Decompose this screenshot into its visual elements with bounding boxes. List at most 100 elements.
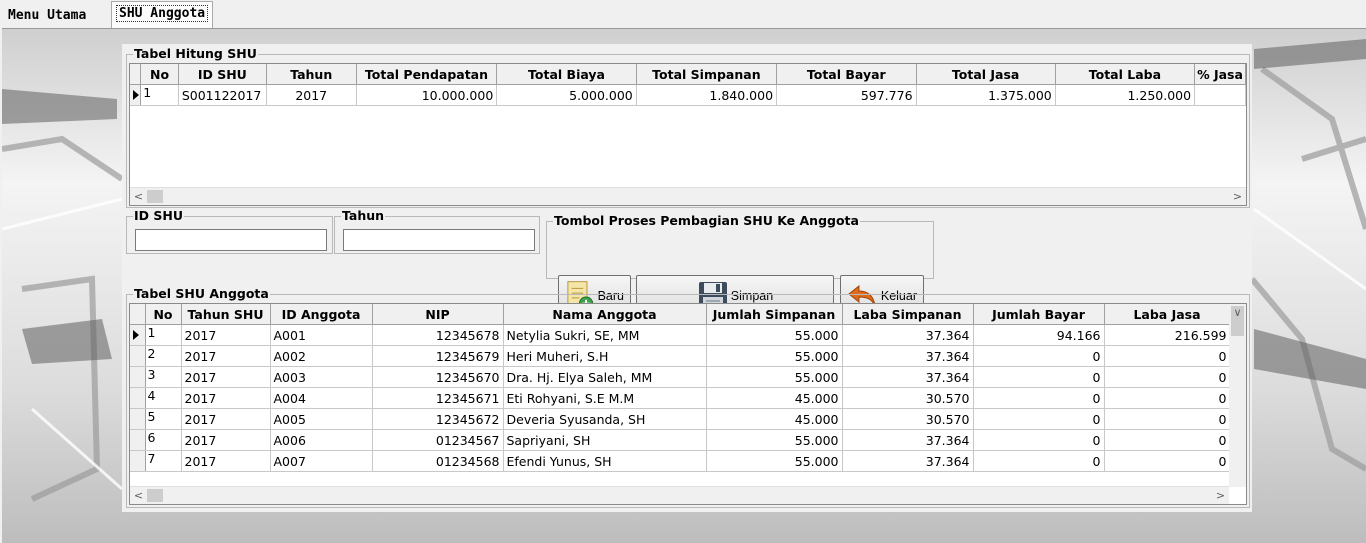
col-nip[interactable]: NIP <box>372 304 504 325</box>
cell-nip[interactable]: 01234567 <box>372 429 504 451</box>
cell-id-shu[interactable]: S001122017 <box>178 84 267 106</box>
scroll-left-icon[interactable]: < <box>130 487 147 504</box>
cell-id-anggota[interactable]: A002 <box>270 345 373 367</box>
col-total-biaya[interactable]: Total Biaya <box>496 64 637 85</box>
cell-nip[interactable]: 12345671 <box>372 387 504 409</box>
cell-total-pendapatan[interactable]: 10.000.000 <box>356 84 498 106</box>
col-total-pendapatan[interactable]: Total Pendapatan <box>356 64 498 85</box>
cell-jumlah-bayar[interactable]: 0 <box>973 408 1105 430</box>
cell-total-laba[interactable]: 1.250.000 <box>1055 84 1196 106</box>
cell-no[interactable]: 1 <box>140 84 179 106</box>
cell-id-anggota[interactable]: A001 <box>270 324 373 346</box>
table-row[interactable]: 1 2017 A001 12345678 Netylia Sukri, SE, MM 55… <box>130 324 1231 346</box>
col-laba-simpanan[interactable]: Laba Simpanan <box>842 304 974 325</box>
table-row[interactable]: 4 2017 A004 12345671 Eti Rohyani, S.E M.M 45.… <box>130 387 1231 409</box>
scroll-down-icon[interactable]: ∨ <box>1229 304 1246 321</box>
shu-grid-hscroll[interactable]: < > <box>130 187 1246 205</box>
cell-laba-jasa[interactable]: 0 <box>1104 366 1231 388</box>
cell-laba-simpanan[interactable]: 37.364 <box>842 345 974 367</box>
member-grid-vscroll[interactable]: ∨ <box>1229 304 1246 487</box>
cell-laba-simpanan[interactable]: 30.570 <box>842 387 974 409</box>
cell-jumlah-simpanan[interactable]: 55.000 <box>706 450 843 472</box>
cell-total-jasa[interactable]: 1.375.000 <box>916 84 1056 106</box>
cell-total-simpanan[interactable]: 1.840.000 <box>636 84 778 106</box>
col-id-shu[interactable]: ID SHU <box>178 64 267 85</box>
cell-laba-jasa[interactable]: 0 <box>1104 450 1231 472</box>
cell-nama-anggota[interactable]: Heri Muheri, S.H <box>503 345 707 367</box>
scroll-thumb[interactable] <box>147 489 163 502</box>
tab-menu-utama[interactable]: Menu Utama <box>4 6 90 28</box>
table-row[interactable]: 6 2017 A006 01234567 Sapriyani, SH 55.000 37.3… <box>130 429 1231 451</box>
scroll-left-icon[interactable]: < <box>130 188 147 205</box>
cell-nama-anggota[interactable]: Sapriyani, SH <box>503 429 707 451</box>
cell-laba-jasa[interactable]: 0 <box>1104 408 1231 430</box>
cell-persen-jasa[interactable] <box>1194 84 1246 106</box>
col-no[interactable]: No <box>145 304 182 325</box>
col-no[interactable]: No <box>140 64 179 85</box>
cell-jumlah-simpanan[interactable]: 45.000 <box>706 408 843 430</box>
cell-id-anggota[interactable]: A007 <box>270 450 373 472</box>
scroll-right-icon[interactable]: > <box>1229 188 1246 205</box>
col-tahun-shu[interactable]: Tahun SHU <box>181 304 271 325</box>
cell-laba-simpanan[interactable]: 37.364 <box>842 450 974 472</box>
member-grid[interactable]: No Tahun SHU ID Anggota NIP Nama Anggota… <box>129 303 1247 505</box>
col-tahun[interactable]: Tahun <box>266 64 357 85</box>
cell-laba-simpanan[interactable]: 30.570 <box>842 408 974 430</box>
tab-shu-anggota[interactable]: SHU Anggota <box>111 1 214 28</box>
cell-no[interactable]: 4 <box>145 387 182 409</box>
col-jumlah-simpanan[interactable]: Jumlah Simpanan <box>706 304 843 325</box>
shu-grid[interactable]: No ID SHU Tahun Total Pendapatan Total B… <box>129 63 1247 206</box>
cell-jumlah-simpanan[interactable]: 55.000 <box>706 345 843 367</box>
table-row[interactable]: 1 S001122017 2017 10.000.000 5.000.000 1… <box>130 84 1246 106</box>
cell-id-anggota[interactable]: A005 <box>270 408 373 430</box>
col-nama-anggota[interactable]: Nama Anggota <box>503 304 707 325</box>
cell-tahun-shu[interactable]: 2017 <box>181 429 271 451</box>
cell-jumlah-simpanan[interactable]: 45.000 <box>706 387 843 409</box>
col-laba-jasa[interactable]: Laba Jasa <box>1104 304 1231 325</box>
member-grid-hscroll[interactable]: < > <box>130 486 1229 504</box>
col-id-anggota[interactable]: ID Anggota <box>270 304 373 325</box>
cell-laba-jasa[interactable]: 0 <box>1104 387 1231 409</box>
cell-laba-simpanan[interactable]: 37.364 <box>842 324 974 346</box>
cell-tahun-shu[interactable]: 2017 <box>181 345 271 367</box>
cell-nama-anggota[interactable]: Dra. Hj. Elya Saleh, MM <box>503 366 707 388</box>
cell-total-biaya[interactable]: 5.000.000 <box>496 84 637 106</box>
cell-total-bayar[interactable]: 597.776 <box>776 84 917 106</box>
cell-nama-anggota[interactable]: Netylia Sukri, SE, MM <box>503 324 707 346</box>
col-persen-jasa[interactable]: % Jasa <box>1194 64 1246 85</box>
cell-nip[interactable]: 01234568 <box>372 450 504 472</box>
scroll-thumb[interactable] <box>147 190 163 203</box>
cell-jumlah-bayar[interactable]: 0 <box>973 366 1105 388</box>
table-row[interactable]: 7 2017 A007 01234568 Efendi Yunus, SH 55.000 3… <box>130 450 1231 472</box>
cell-nama-anggota[interactable]: Efendi Yunus, SH <box>503 450 707 472</box>
cell-laba-jasa[interactable]: 0 <box>1104 345 1231 367</box>
cell-jumlah-simpanan[interactable]: 55.000 <box>706 324 843 346</box>
cell-laba-simpanan[interactable]: 37.364 <box>842 429 974 451</box>
table-row[interactable]: 2 2017 A002 12345679 Heri Muheri, S.H 55.000 3… <box>130 345 1231 367</box>
cell-jumlah-bayar[interactable]: 0 <box>973 450 1105 472</box>
cell-id-anggota[interactable]: A003 <box>270 366 373 388</box>
cell-jumlah-bayar[interactable]: 0 <box>973 429 1105 451</box>
cell-no[interactable]: 1 <box>145 324 182 346</box>
cell-no[interactable]: 2 <box>145 345 182 367</box>
cell-no[interactable]: 7 <box>145 450 182 472</box>
cell-laba-jasa[interactable]: 0 <box>1104 429 1231 451</box>
cell-nama-anggota[interactable]: Eti Rohyani, S.E M.M <box>503 387 707 409</box>
cell-tahun-shu[interactable]: 2017 <box>181 408 271 430</box>
cell-jumlah-simpanan[interactable]: 55.000 <box>706 366 843 388</box>
cell-jumlah-bayar[interactable]: 94.166 <box>973 324 1105 346</box>
table-row[interactable]: 3 2017 A003 12345670 Dra. Hj. Elya Saleh, MM… <box>130 366 1231 388</box>
cell-tahun-shu[interactable]: 2017 <box>181 450 271 472</box>
cell-tahun-shu[interactable]: 2017 <box>181 387 271 409</box>
col-jumlah-bayar[interactable]: Jumlah Bayar <box>973 304 1105 325</box>
cell-no[interactable]: 5 <box>145 408 182 430</box>
cell-nama-anggota[interactable]: Deveria Syusanda, SH <box>503 408 707 430</box>
cell-tahun[interactable]: 2017 <box>266 84 357 106</box>
tahun-input[interactable] <box>343 229 535 251</box>
cell-nip[interactable]: 12345670 <box>372 366 504 388</box>
col-total-bayar[interactable]: Total Bayar <box>776 64 917 85</box>
cell-jumlah-bayar[interactable]: 0 <box>973 345 1105 367</box>
cell-no[interactable]: 3 <box>145 366 182 388</box>
col-total-laba[interactable]: Total Laba <box>1055 64 1196 85</box>
cell-jumlah-bayar[interactable]: 0 <box>973 387 1105 409</box>
